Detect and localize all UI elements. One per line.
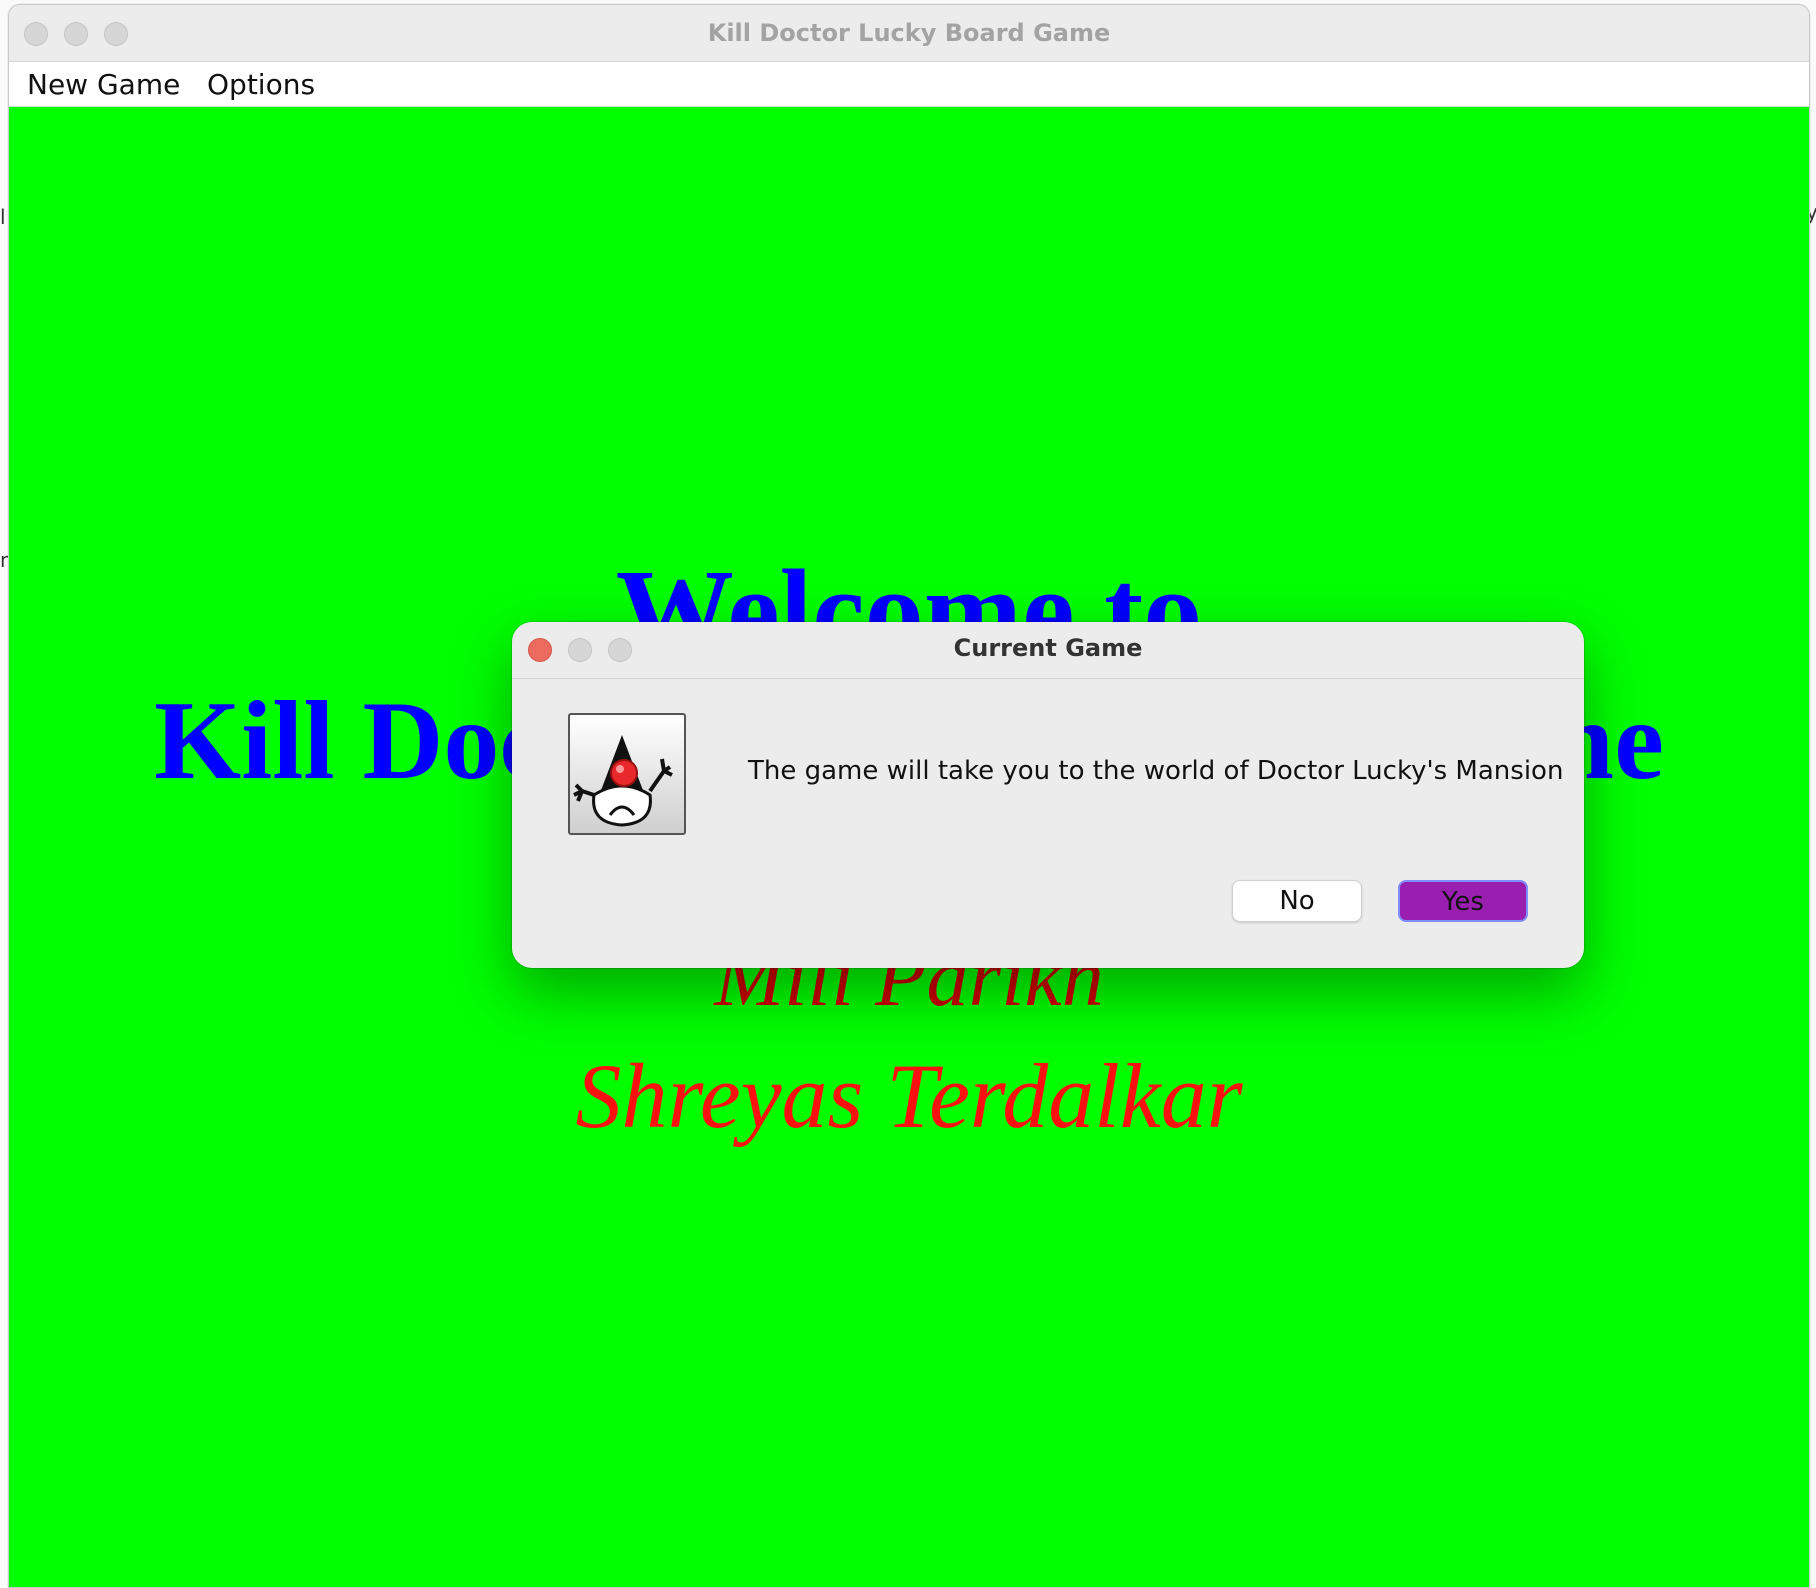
dialog-titlebar[interactable]: Current Game <box>512 622 1584 679</box>
author-name: Shreyas Terdalkar <box>575 1045 1243 1147</box>
yes-button[interactable]: Yes <box>1398 880 1528 922</box>
menu-options[interactable]: Options <box>207 68 315 101</box>
java-duke-icon <box>568 713 686 835</box>
no-button[interactable]: No <box>1232 880 1362 922</box>
window-titlebar[interactable]: Kill Doctor Lucky Board Game <box>9 5 1809 62</box>
window-title: Kill Doctor Lucky Board Game <box>707 19 1111 47</box>
menu-new-game[interactable]: New Game <box>27 68 180 101</box>
menu-bar: New Game Options <box>9 62 1809 107</box>
background-text-fragment: l <box>0 205 6 229</box>
dialog-message: The game will take you to the world of D… <box>748 756 1564 786</box>
current-game-dialog: Current Game The game will take you to t… <box>512 622 1584 968</box>
dialog-title: Current Game <box>953 634 1143 662</box>
